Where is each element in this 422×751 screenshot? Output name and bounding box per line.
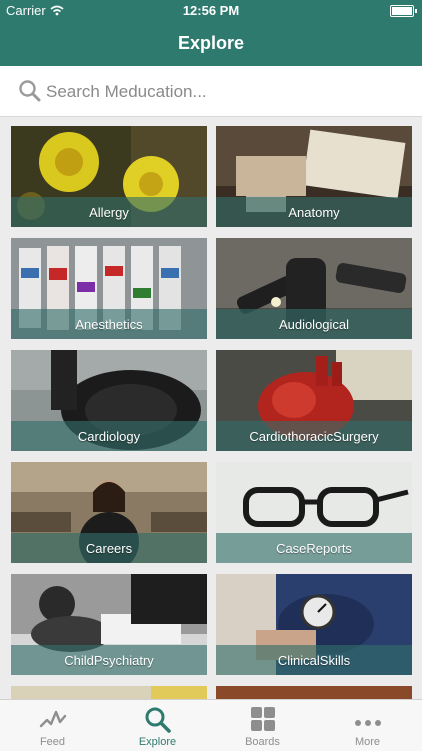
tab-boards[interactable]: Boards (210, 700, 315, 751)
topic-tile-anesthetics[interactable]: Anesthetics (11, 238, 207, 339)
page-title: Explore (177, 33, 245, 53)
topic-label: CaseReports (276, 541, 352, 556)
partial-image-right (216, 686, 412, 699)
topic-tile-audiological[interactable]: Audiological (216, 238, 412, 339)
topic-label: Anesthetics (75, 317, 143, 332)
topic-tile-clinical-skills[interactable]: ClinicalSkills (216, 574, 412, 675)
tab-label: Feed (39, 736, 66, 748)
topic-label: ClinicalSkills (277, 653, 351, 668)
search-icon (18, 79, 42, 108)
tab-explore[interactable]: Explore (105, 700, 210, 751)
search-bar (0, 66, 422, 117)
navigation-bar: Explore (0, 22, 422, 66)
boards-icon (250, 706, 276, 737)
topic-label: ChildPsychiatry (64, 653, 154, 668)
topic-tile-cardiology[interactable]: Cardiology (11, 350, 207, 451)
status-bar: Carrier 12:56 PM (0, 0, 422, 22)
feed-icon (39, 706, 67, 737)
topic-tile-careers[interactable]: Careers (11, 462, 207, 563)
topic-tile-allergy[interactable]: Allergy (11, 126, 207, 227)
topic-grid: Allergy Anatomy Anesthetics Audiological… (0, 117, 422, 699)
topic-label: CardiothoracicSurgery (249, 429, 379, 444)
topic-tile-child-psychiatry[interactable]: ChildPsychiatry (11, 574, 207, 675)
search-input[interactable] (44, 76, 388, 108)
partial-image-left (11, 686, 207, 699)
tab-more[interactable]: More (315, 700, 420, 751)
tab-label: Explore (138, 736, 177, 748)
tab-label: More (354, 736, 381, 748)
battery-icon (390, 5, 417, 17)
topic-label: Allergy (89, 205, 129, 220)
topic-label: Audiological (278, 317, 350, 332)
tab-feed[interactable]: Feed (0, 700, 105, 751)
topic-label: Anatomy (288, 205, 340, 220)
topic-tile-anatomy[interactable]: Anatomy (216, 126, 412, 227)
tab-label: Boards (245, 736, 280, 748)
topic-tile-partial-right[interactable] (216, 686, 412, 699)
topic-tile-cardiothoracic-surgery[interactable]: CardiothoracicSurgery (216, 350, 412, 451)
topic-label: Cardiology (77, 429, 141, 444)
clock-time: 12:56 PM (182, 3, 240, 18)
tab-bar: Feed Explore Boards More (0, 699, 422, 751)
search-icon (144, 706, 172, 739)
topic-tile-partial-left[interactable] (11, 686, 207, 699)
more-icon (354, 714, 382, 732)
topic-tile-case-reports[interactable]: CaseReports (216, 462, 412, 563)
topic-label: Careers (85, 541, 133, 556)
